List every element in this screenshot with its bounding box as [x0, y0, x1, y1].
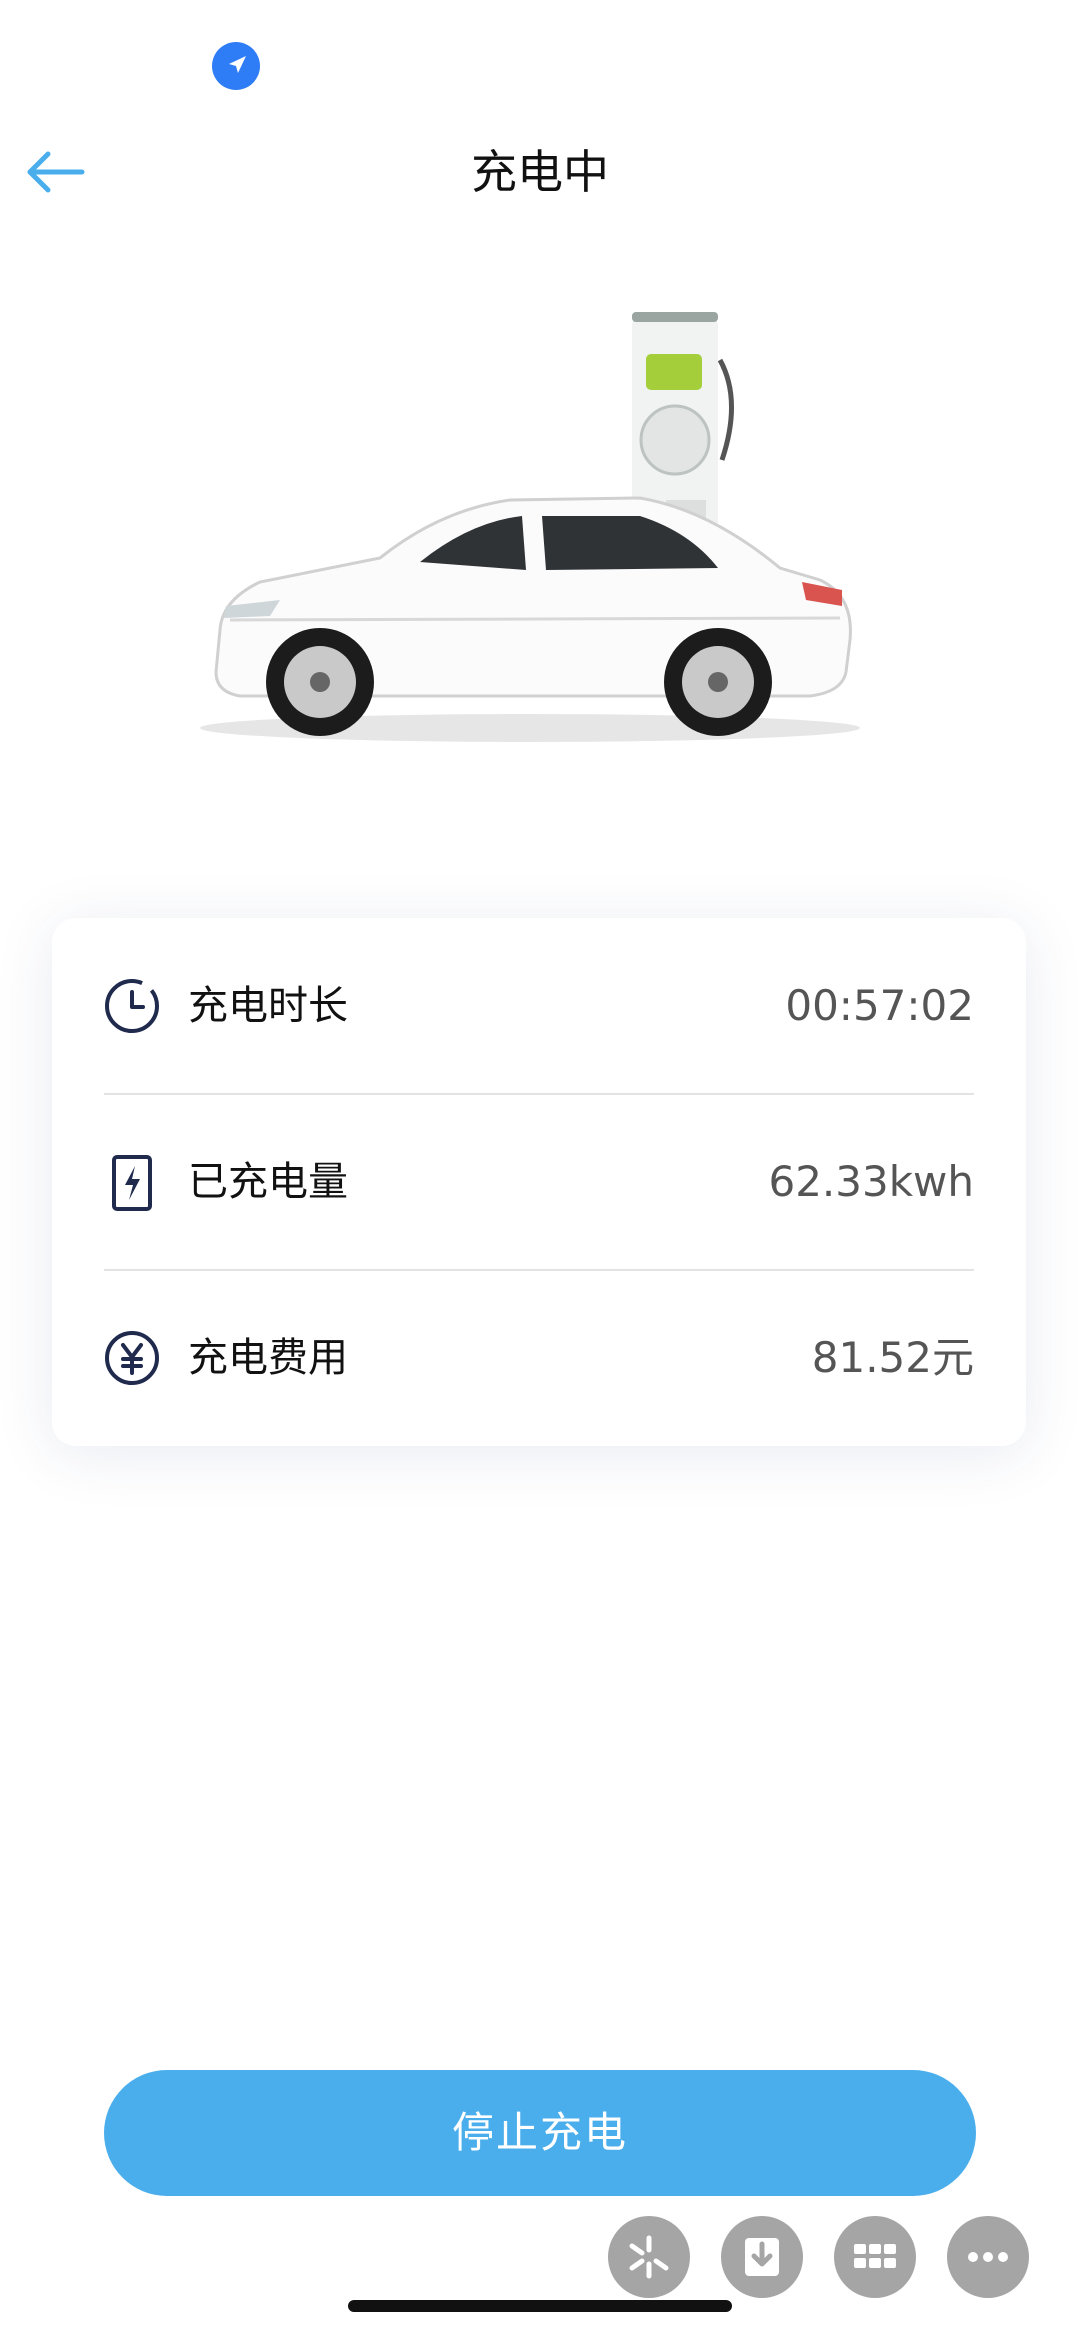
stop-charging-button[interactable]: 停止充电 [104, 2070, 976, 2196]
more-icon [968, 2252, 1008, 2262]
page-title: 充电中 [471, 145, 609, 199]
grid-button[interactable] [834, 2216, 916, 2298]
download-icon [745, 2238, 779, 2276]
sparkle-icon [629, 2235, 669, 2279]
yen-icon [105, 1331, 159, 1385]
charging-fee-label: 充电费用 [188, 1335, 348, 1381]
battery-bolt-icon [112, 1155, 152, 1211]
charged-energy-value: 62.33kwh [768, 1157, 974, 1206]
sparkle-button[interactable] [608, 2216, 690, 2298]
charging-fee-value: 81.52元 [811, 1333, 974, 1382]
download-button[interactable] [721, 2216, 803, 2298]
charging-fee-row: 充电费用 81.52元 [52, 1270, 1026, 1446]
home-indicator[interactable] [348, 2300, 732, 2312]
location-arrow-icon [212, 42, 260, 90]
clock-icon [105, 979, 159, 1033]
charged-energy-label: 已充电量 [188, 1159, 348, 1205]
charged-energy-row: 已充电量 62.33kwh [52, 1094, 1026, 1270]
charging-duration-row: 充电时长 00:57:02 [52, 918, 1026, 1094]
charging-duration-value: 00:57:02 [785, 981, 974, 1030]
car-charging-illustration [170, 300, 890, 750]
more-button[interactable] [947, 2216, 1029, 2298]
charging-info-card: 充电时长 00:57:02 已充电量 62.33kwh 充电费用 81.52元 [52, 918, 1026, 1446]
grid-icon [854, 2244, 896, 2268]
charging-duration-label: 充电时长 [188, 983, 348, 1029]
